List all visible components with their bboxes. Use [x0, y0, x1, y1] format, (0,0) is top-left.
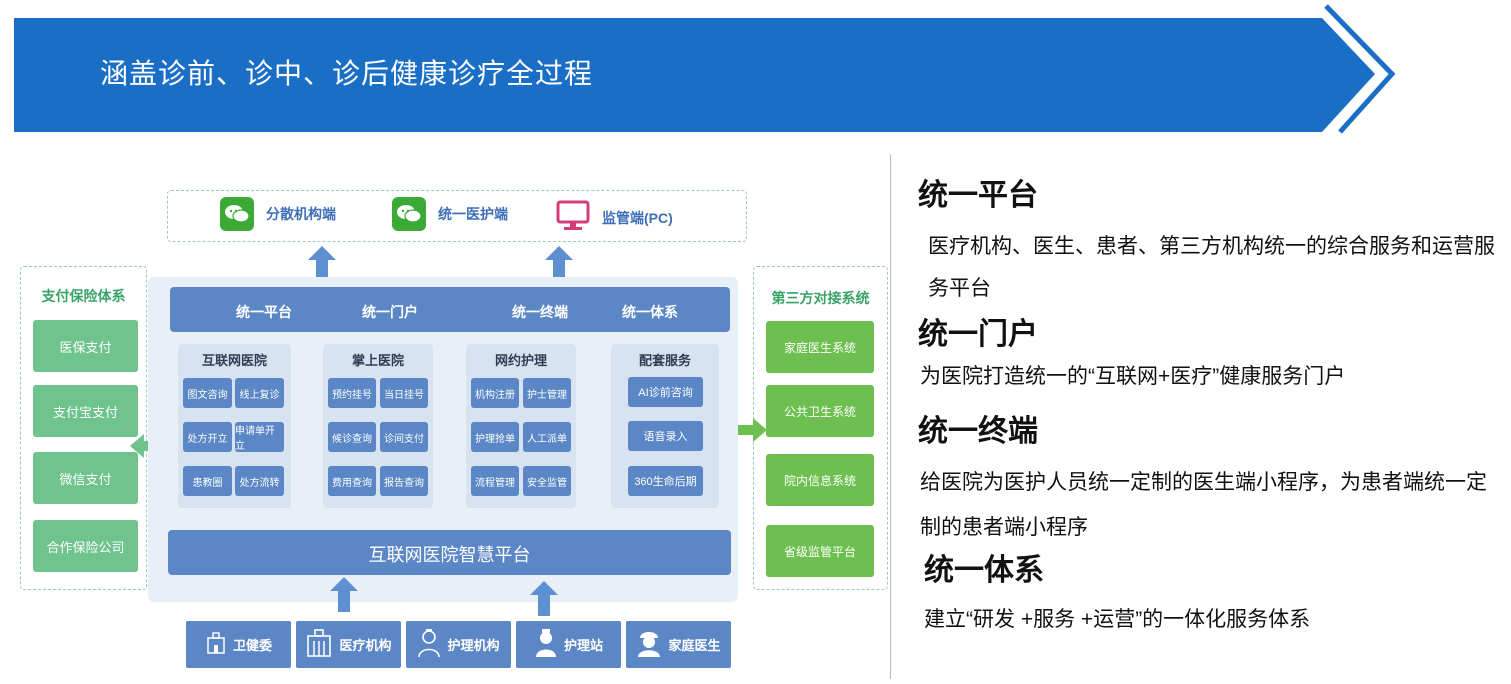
source-label: 家庭医生 — [668, 638, 721, 653]
text-unified-platform: 医疗机构、医生、患者、第三方机构统一的综合服务和运营服务平台 — [928, 235, 1495, 300]
government-icon — [205, 631, 227, 658]
feature-item[interactable]: 图文咨询 — [183, 378, 232, 408]
feature-item[interactable]: 诊间支付 — [380, 422, 428, 452]
header-unified-terminal: 统一终端 — [512, 304, 568, 320]
feature-item[interactable]: 线上复诊 — [235, 378, 284, 408]
arrow-up-icon — [308, 246, 336, 260]
feature-item[interactable]: 语音录入 — [628, 421, 703, 451]
banner-title: 涵盖诊前、诊中、诊后健康诊疗全过程 — [100, 58, 594, 89]
hospital-icon — [305, 628, 333, 661]
feature-item[interactable]: 患教圈 — [183, 466, 232, 496]
smart-platform-label: 互联网医院智慧平台 — [368, 545, 531, 565]
doctor-icon — [636, 628, 662, 661]
source-label: 护理机构 — [447, 638, 500, 653]
third-party-panel-title: 第三方对接系统 — [771, 290, 870, 306]
source-label: 医疗机构 — [339, 638, 392, 653]
feature-item[interactable]: AI诊前咨询 — [628, 377, 703, 407]
wechat-icon — [220, 197, 254, 231]
channel-distributed[interactable]: 分散机构端 — [220, 197, 336, 231]
heading-unified-platform: 统一平台 — [918, 179, 1038, 212]
nurse-station-icon — [534, 628, 558, 661]
source-nursing-station[interactable]: 护理站 — [516, 621, 621, 668]
channel-label: 分散机构端 — [266, 206, 336, 222]
header-unified-portal: 统一门户 — [362, 304, 418, 320]
sys-hospital-info[interactable]: 院内信息系统 — [766, 454, 874, 506]
feature-item[interactable]: 处方开立 — [183, 422, 232, 452]
feature-item[interactable]: 处方流转 — [235, 466, 284, 496]
header-unified-platform: 统一平台 — [236, 304, 292, 320]
heading-unified-system: 统一体系 — [924, 554, 1044, 587]
text-unified-system: 建立“研发 +服务 +运营”的一体化服务体系 — [924, 608, 1311, 631]
feature-item[interactable]: 候诊查询 — [328, 422, 376, 452]
module-title: 网约护理 — [494, 353, 547, 368]
channel-supervision[interactable]: 监管端(PC) — [556, 200, 673, 235]
feature-item[interactable]: 报告查询 — [380, 466, 428, 496]
monitor-icon — [556, 200, 590, 235]
channel-unified[interactable]: 统一医护端 — [392, 197, 508, 231]
feature-item[interactable]: 预约挂号 — [328, 378, 376, 408]
feature-item[interactable]: 费用查询 — [328, 466, 376, 496]
source-medical-institution[interactable]: 医疗机构 — [296, 621, 401, 668]
source-label: 卫健委 — [232, 638, 272, 653]
pay-insurance-company[interactable]: 合作保险公司 — [33, 520, 138, 572]
feature-item[interactable]: 护士管理 — [523, 378, 571, 408]
feature-item[interactable]: 人工派单 — [523, 422, 571, 452]
pay-medical-insurance[interactable]: 医保支付 — [33, 320, 138, 372]
feature-item[interactable]: 当日挂号 — [380, 378, 428, 408]
arrow-up-icon — [545, 246, 573, 260]
heading-unified-portal: 统一门户 — [918, 318, 1038, 351]
feature-item[interactable]: 安全监管 — [523, 466, 571, 496]
source-health-commission[interactable]: 卫健委 — [186, 621, 291, 668]
text-unified-terminal: 给医院为医护人员统一定制的医生端小程序，为患者端统一定制的患者端小程序 — [920, 471, 1487, 539]
heading-unified-terminal: 统一终端 — [918, 415, 1038, 448]
source-family-doctor[interactable]: 家庭医生 — [626, 621, 731, 668]
pay-wechat[interactable]: 微信支付 — [33, 452, 138, 504]
feature-item[interactable]: 机构注册 — [471, 378, 519, 408]
channel-label: 监管端(PC) — [602, 209, 673, 226]
source-label: 护理站 — [563, 638, 603, 653]
module-title: 掌上医院 — [351, 353, 404, 368]
column-divider — [890, 154, 891, 679]
header-unified-system: 统一体系 — [622, 304, 678, 320]
payment-panel-title: 支付保险体系 — [41, 288, 126, 304]
nurse-icon — [417, 628, 441, 661]
feature-item[interactable]: 360生命后期 — [628, 466, 703, 496]
sys-provincial-supervision[interactable]: 省级监管平台 — [766, 525, 874, 577]
module-title: 配套服务 — [638, 353, 691, 368]
sys-family-doctor[interactable]: 家庭医生系统 — [766, 321, 874, 373]
feature-item[interactable]: 护理抢单 — [471, 422, 519, 452]
sys-public-health[interactable]: 公共卫生系统 — [766, 385, 874, 437]
arrow-up-icon — [330, 577, 358, 591]
pay-alipay[interactable]: 支付宝支付 — [33, 385, 138, 437]
source-nursing-institution[interactable]: 护理机构 — [406, 621, 511, 668]
feature-item[interactable]: 流程管理 — [471, 466, 519, 496]
wechat-icon — [392, 197, 426, 231]
feature-item[interactable]: 申请单开立 — [235, 422, 284, 452]
module-title: 互联网医院 — [201, 353, 267, 368]
text-unified-portal: 为医院打造统一的“互联网+医疗”健康服务门户 — [920, 365, 1346, 388]
channel-label: 统一医护端 — [438, 206, 508, 222]
arrow-up-icon — [530, 581, 558, 595]
